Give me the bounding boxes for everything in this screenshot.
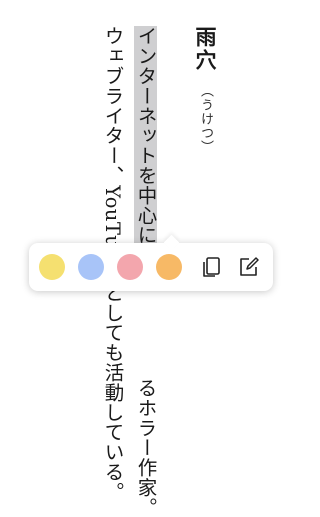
highlight-color-pink[interactable]: [117, 254, 143, 280]
edit-note-icon: [240, 257, 259, 276]
add-note-button[interactable]: [236, 254, 262, 280]
highlight-toolbar: [29, 243, 273, 291]
reader-page: 雨穴 （うけつ） インターネットを中心に活るホラー作家。 ウェブライター、You…: [0, 0, 301, 517]
author-reading: （うけつ）: [198, 84, 213, 154]
copy-button[interactable]: [198, 254, 224, 280]
highlight-color-blue[interactable]: [78, 254, 104, 280]
copy-icon: [203, 257, 220, 277]
text-line-1-rest: るホラー作家。: [134, 377, 157, 517]
highlight-color-orange[interactable]: [156, 254, 182, 280]
selected-text-highlight[interactable]: インターネットを中心に活: [134, 26, 157, 265]
author-name: 雨穴: [193, 26, 218, 72]
highlight-color-yellow[interactable]: [39, 254, 65, 280]
